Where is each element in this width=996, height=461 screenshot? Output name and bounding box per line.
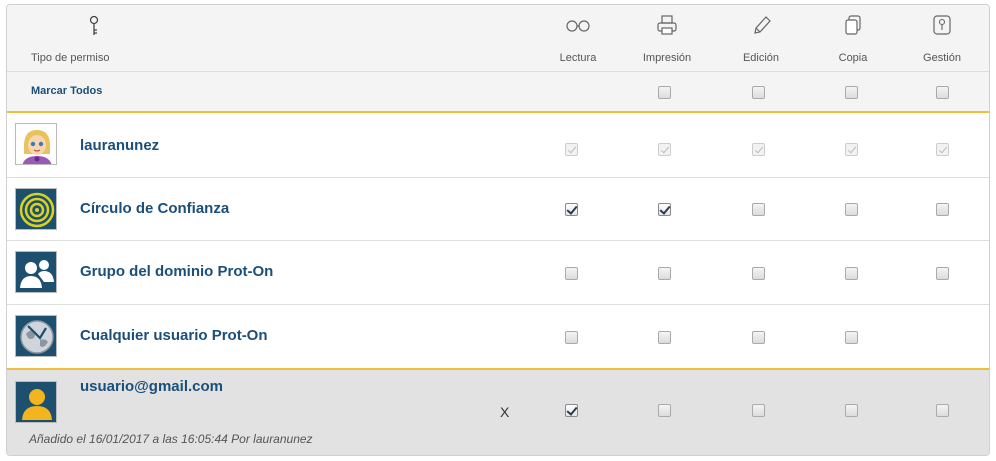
pencil-icon [754, 16, 771, 34]
added-info-text: Añadido el 16/01/2017 a las 16:05:44 Por… [29, 432, 313, 446]
copia-checkbox[interactable] [845, 203, 858, 216]
manage-icon [933, 15, 951, 35]
permission-row: usuario@gmail.com X Añadido el 16/01/201… [7, 368, 989, 455]
permissions-panel: Tipo de permiso Lectura Impresión Edició… [6, 4, 990, 456]
copia-checkbox[interactable] [845, 331, 858, 344]
mark-all-impresion-checkbox[interactable] [658, 86, 671, 99]
user-avatar-icon [15, 123, 57, 165]
gestion-checkbox[interactable] [936, 404, 949, 417]
row-name: lauranunez [80, 137, 160, 154]
permission-row: lauranunez [7, 113, 989, 178]
mark-all-edicion-checkbox[interactable] [752, 86, 765, 99]
row-name: Grupo del dominio Prot-On [80, 263, 274, 280]
impresion-checkbox[interactable] [658, 331, 671, 344]
target-circle-icon [15, 188, 57, 230]
permission-type-header: Tipo de permiso [7, 5, 207, 72]
permission-row: Cualquier usuario Prot-On [7, 305, 989, 368]
key-icon [89, 15, 99, 35]
edicion-checkbox[interactable] [752, 267, 765, 280]
row-name: usuario@gmail.com [80, 378, 223, 395]
mark-all-copia-checkbox[interactable] [845, 86, 858, 99]
mark-all-label[interactable]: Marcar Todos [31, 85, 102, 97]
edicion-checkbox [752, 143, 765, 156]
impresion-checkbox[interactable] [658, 267, 671, 280]
column-label-copia: Copia [838, 52, 868, 64]
lectura-checkbox[interactable] [565, 267, 578, 280]
printer-icon [657, 15, 677, 35]
gestion-checkbox[interactable] [936, 267, 949, 280]
column-copia: Copia [813, 5, 893, 72]
globe-icon [15, 315, 57, 357]
column-label-lectura: Lectura [559, 52, 597, 64]
column-label-gestion: Gestión [923, 52, 961, 64]
lectura-checkbox [565, 143, 578, 156]
lectura-checkbox[interactable] [565, 203, 578, 216]
impresion-checkbox [658, 143, 671, 156]
copia-checkbox[interactable] [845, 404, 858, 417]
lectura-checkbox[interactable] [565, 331, 578, 344]
permission-type-label: Tipo de permiso [31, 52, 110, 64]
copia-checkbox [845, 143, 858, 156]
column-label-impresion: Impresión [642, 52, 692, 64]
group-icon [15, 251, 57, 293]
impresion-checkbox[interactable] [658, 404, 671, 417]
mark-all-row: Marcar Todos [7, 72, 989, 113]
copy-icon [845, 15, 861, 35]
permission-row: Grupo del dominio Prot-On [7, 241, 989, 305]
column-impresion: Impresión [627, 5, 707, 72]
permissions-header: Tipo de permiso Lectura Impresión Edició… [7, 5, 989, 72]
column-gestion: Gestión [902, 5, 982, 72]
row-name: Cualquier usuario Prot-On [80, 327, 268, 344]
gestion-checkbox[interactable] [936, 203, 949, 216]
edicion-checkbox[interactable] [752, 331, 765, 344]
edicion-checkbox[interactable] [752, 404, 765, 417]
edicion-checkbox[interactable] [752, 203, 765, 216]
column-lectura: Lectura [538, 5, 618, 72]
row-name: Círculo de Confianza [80, 200, 230, 217]
impresion-checkbox[interactable] [658, 203, 671, 216]
column-edicion: Edición [721, 5, 801, 72]
mark-all-gestion-checkbox[interactable] [936, 86, 949, 99]
column-label-edicion: Edición [742, 52, 780, 64]
remove-user-button[interactable]: X [500, 404, 509, 420]
permission-row: Círculo de Confianza [7, 178, 989, 241]
gestion-checkbox [936, 143, 949, 156]
generic-user-icon [15, 381, 57, 423]
lectura-checkbox[interactable] [565, 404, 578, 417]
copia-checkbox[interactable] [845, 267, 858, 280]
glasses-icon [566, 20, 590, 32]
